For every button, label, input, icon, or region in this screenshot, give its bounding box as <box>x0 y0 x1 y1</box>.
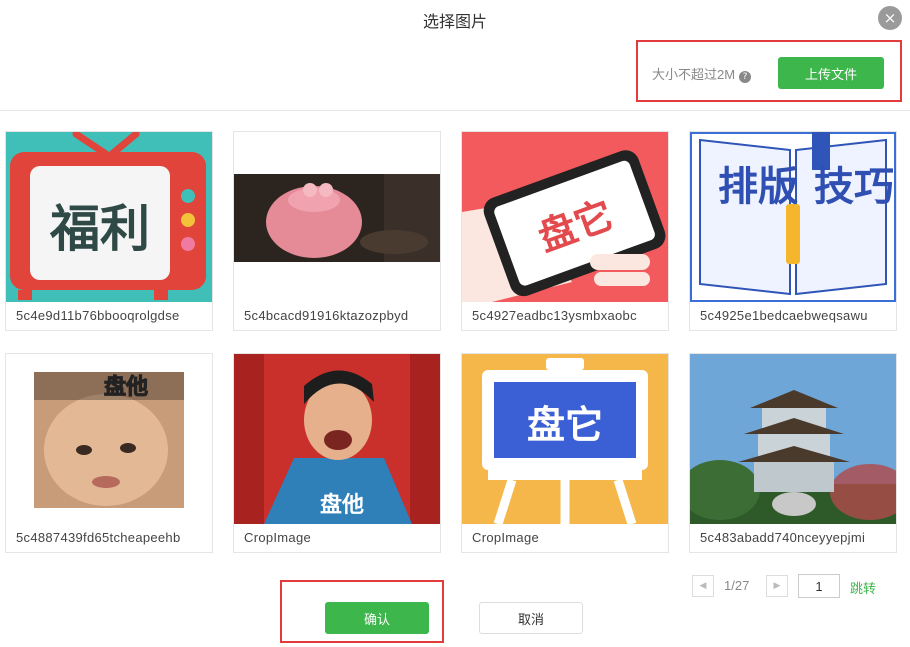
thumb-text-fuli: 福利 <box>49 200 150 258</box>
thumb-text-panta-board: 盘它 <box>527 403 603 447</box>
image-name: 5c4925e1bedcaebweqsawu <box>700 308 868 323</box>
image-card-8[interactable]: 5c483abadd740nceyyepjmi <box>689 353 897 553</box>
confirm-button[interactable]: 确认 <box>325 602 429 634</box>
baby-face-photo: 盘他 <box>6 354 212 524</box>
svg-text:技巧: 技巧 <box>814 164 894 210</box>
easel-board-icon: 盘它 <box>462 354 668 524</box>
confirm-area: 确认 <box>280 580 444 643</box>
open-book-icon: 排版 技巧 <box>690 132 896 302</box>
page-info: 1/27 <box>724 578 750 593</box>
close-icon[interactable]: × <box>878 6 902 30</box>
upload-area: 大小不超过2M? 上传文件 <box>636 40 902 102</box>
image-name: CropImage <box>244 530 312 545</box>
pagoda-photo <box>690 354 896 524</box>
image-name: 5c4e9d11b76bbooqrolgdse <box>16 308 180 323</box>
svg-text:排版: 排版 <box>718 164 798 210</box>
help-icon[interactable]: ? <box>739 71 752 83</box>
divider <box>0 110 910 111</box>
image-card-3[interactable]: 盘它 5c4927eadbc13ysmbxaobc <box>461 131 669 331</box>
upload-file-button[interactable]: 上传文件 <box>778 57 884 89</box>
image-name: 5c4887439fd65tcheapeehb <box>16 530 181 545</box>
pink-pig-photo <box>234 132 440 302</box>
image-card-6[interactable]: 盘他 CropImage <box>233 353 441 553</box>
prev-page-button[interactable]: ◀ <box>692 575 714 597</box>
image-card-7[interactable]: 盘它 CropImage <box>461 353 669 553</box>
cancel-button[interactable]: 取消 <box>479 602 583 634</box>
thumb-text-jiqiao: 技巧 <box>814 164 894 210</box>
image-name: CropImage <box>472 530 540 545</box>
size-hint-text: 大小不超过2M <box>652 67 736 82</box>
image-card-1[interactable]: 福利 5c4e9d11b76bbooqrolgdse <box>5 131 213 331</box>
page-number-input[interactable] <box>798 574 840 598</box>
image-name: 5c4927eadbc13ysmbxaobc <box>472 308 637 323</box>
image-name: 5c4bcacd91916ktazozpbyd <box>244 308 409 323</box>
image-card-2[interactable]: 5c4bcacd91916ktazozpbyd <box>233 131 441 331</box>
jump-link[interactable]: 跳转 <box>850 578 876 597</box>
image-name: 5c483abadd740nceyyepjmi <box>700 530 866 545</box>
laughing-man-photo: 盘他 <box>234 354 440 524</box>
thumb-text-panta-man: 盘他 <box>320 492 364 518</box>
thumb-text-panta-baby: 盘他 <box>104 374 148 400</box>
image-card-4[interactable]: 排版 技巧 5c4925e1bedcaebweqsawu <box>689 131 897 331</box>
size-hint: 大小不超过2M? <box>652 64 752 83</box>
dialog-title: 选择图片 <box>422 14 487 31</box>
phone-hand-icon: 盘它 <box>462 132 668 302</box>
image-card-5[interactable]: 盘他 5c4887439fd65tcheapeehb <box>5 353 213 553</box>
thumb-text-paiban: 排版 <box>718 164 798 210</box>
tv-welfare-icon: 福利 <box>6 132 212 302</box>
next-page-button[interactable]: ▶ <box>766 575 788 597</box>
